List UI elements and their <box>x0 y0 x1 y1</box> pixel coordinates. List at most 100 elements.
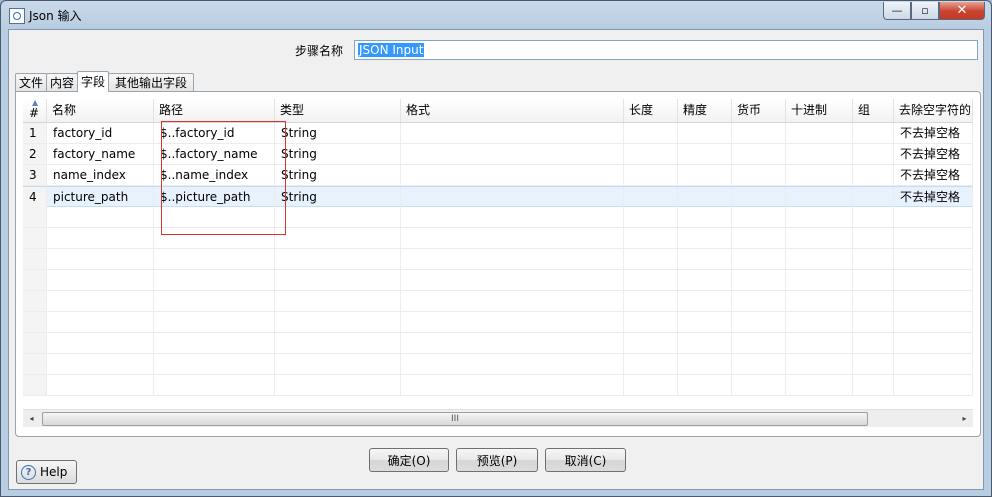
cell-precision[interactable] <box>678 123 732 143</box>
cell-length[interactable] <box>624 123 678 143</box>
empty-cell <box>853 312 894 332</box>
empty-cell <box>678 291 732 311</box>
cell-format[interactable] <box>401 123 624 143</box>
cell-type[interactable]: String <box>275 144 401 164</box>
cell-index[interactable]: 2 <box>23 144 47 164</box>
empty-cell <box>275 312 401 332</box>
cell-format[interactable] <box>401 187 624 207</box>
cell-path[interactable]: $..name_index <box>154 165 275 185</box>
help-button[interactable]: ? Help <box>16 460 77 484</box>
fields-table[interactable]: ▲ # 名称 路径 类型 格式 长度 精度 货币 十进制 组 去除空字符的 1f… <box>23 99 973 409</box>
cell-currency[interactable] <box>732 123 786 143</box>
table-row[interactable]: 1 factory_id $..factory_id String 不去掉空格 <box>23 123 973 144</box>
col-header-type[interactable]: 类型 <box>275 99 401 122</box>
cell-currency[interactable] <box>732 187 786 207</box>
cell-type[interactable]: String <box>275 123 401 143</box>
tab-additional-output-fields[interactable]: 其他输出字段 <box>108 73 195 92</box>
minimize-button[interactable]: — <box>883 2 911 20</box>
tab-fields[interactable]: 字段 <box>77 71 110 92</box>
empty-cell <box>47 333 154 353</box>
table-row[interactable]: 3 name_index $..name_index String 不去掉空格 <box>23 165 973 186</box>
table-row[interactable]: 2 factory_name $..factory_name String 不去掉空格 <box>23 144 973 165</box>
ok-button[interactable]: 确定(O) <box>369 448 449 472</box>
empty-cell <box>401 354 624 374</box>
empty-cell <box>47 207 154 227</box>
cell-type[interactable]: String <box>275 187 401 207</box>
cell-index[interactable]: 4 <box>23 187 47 207</box>
empty-cell <box>401 291 624 311</box>
tab-content[interactable]: 内容 <box>46 73 79 92</box>
cell-precision[interactable] <box>678 187 732 207</box>
cancel-button[interactable]: 取消(C) <box>545 448 626 472</box>
cell-path[interactable]: $..factory_id <box>154 123 275 143</box>
empty-cell <box>732 354 786 374</box>
empty-cell <box>154 333 275 353</box>
empty-cell <box>786 354 853 374</box>
cell-group[interactable] <box>853 165 894 185</box>
dialog-window: Json 输入 — ▫ ✕ 步骤名称 JSON Input 文件 内容 字段 其… <box>0 0 992 497</box>
step-name-input[interactable]: JSON Input <box>354 40 978 60</box>
cell-decimal[interactable] <box>786 165 853 185</box>
horizontal-scrollbar[interactable]: ◂ III ▸ <box>23 409 973 427</box>
empty-row <box>23 312 973 333</box>
cell-name[interactable]: name_index <box>47 165 154 185</box>
empty-cell <box>154 375 275 395</box>
empty-cell <box>624 270 678 290</box>
tab-file[interactable]: 文件 <box>15 73 48 92</box>
cell-precision[interactable] <box>678 144 732 164</box>
close-button[interactable]: ✕ <box>939 2 985 20</box>
cell-group[interactable] <box>853 144 894 164</box>
cell-format[interactable] <box>401 144 624 164</box>
cell-name[interactable]: factory_name <box>47 144 154 164</box>
cell-index[interactable]: 1 <box>23 123 47 143</box>
col-header-decimal[interactable]: 十进制 <box>786 99 853 122</box>
cell-decimal[interactable] <box>786 187 853 207</box>
preview-button[interactable]: 预览(P) <box>456 448 538 472</box>
scroll-left-icon[interactable]: ◂ <box>23 410 40 427</box>
empty-cell <box>678 207 732 227</box>
cell-length[interactable] <box>624 144 678 164</box>
maximize-button[interactable]: ▫ <box>911 2 939 20</box>
cell-decimal[interactable] <box>786 144 853 164</box>
col-header-name[interactable]: 名称 <box>47 99 154 122</box>
cell-group[interactable] <box>853 123 894 143</box>
table-row[interactable]: 4 picture_path $..picture_path String 不去掉空格 <box>23 186 973 207</box>
cell-type[interactable]: String <box>275 165 401 185</box>
col-header-group[interactable]: 组 <box>853 99 894 122</box>
cell-group[interactable] <box>853 187 894 207</box>
cell-name[interactable]: factory_id <box>47 123 154 143</box>
empty-cell <box>401 270 624 290</box>
cell-length[interactable] <box>624 187 678 207</box>
empty-cell <box>894 312 973 332</box>
empty-cell <box>853 354 894 374</box>
cell-trim-type[interactable]: 不去掉空格 <box>894 165 973 185</box>
cell-path[interactable]: $..picture_path <box>154 187 275 207</box>
cell-trim-type[interactable]: 不去掉空格 <box>894 144 973 164</box>
col-header-currency[interactable]: 货币 <box>732 99 786 122</box>
scrollbar-thumb[interactable]: III <box>42 412 868 426</box>
cell-path[interactable]: $..factory_name <box>154 144 275 164</box>
cell-index[interactable]: 3 <box>23 165 47 185</box>
col-header-index[interactable]: ▲ # <box>23 99 47 122</box>
empty-cell <box>275 333 401 353</box>
col-header-format[interactable]: 格式 <box>401 99 624 122</box>
cell-length[interactable] <box>624 165 678 185</box>
cell-format[interactable] <box>401 165 624 185</box>
title-bar[interactable]: Json 输入 — ▫ ✕ <box>1 1 991 29</box>
cell-precision[interactable] <box>678 165 732 185</box>
col-header-length[interactable]: 长度 <box>624 99 678 122</box>
col-header-path[interactable]: 路径 <box>154 99 275 122</box>
cell-trim-type[interactable]: 不去掉空格 <box>894 123 973 143</box>
cell-currency[interactable] <box>732 144 786 164</box>
empty-row <box>23 333 973 354</box>
empty-cell <box>853 333 894 353</box>
col-header-trim-type[interactable]: 去除空字符的 <box>894 99 973 122</box>
scroll-right-icon[interactable]: ▸ <box>956 410 973 427</box>
col-header-precision[interactable]: 精度 <box>678 99 732 122</box>
cell-currency[interactable] <box>732 165 786 185</box>
empty-cell <box>786 228 853 248</box>
cell-trim-type[interactable]: 不去掉空格 <box>894 187 973 207</box>
cell-name[interactable]: picture_path <box>47 187 154 207</box>
empty-cell <box>154 354 275 374</box>
cell-decimal[interactable] <box>786 123 853 143</box>
